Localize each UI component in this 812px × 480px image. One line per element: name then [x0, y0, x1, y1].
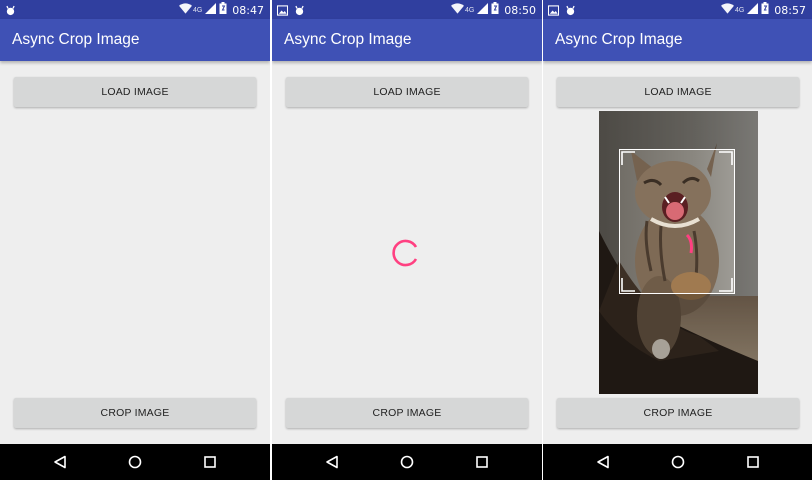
- crop-image-button[interactable]: CROP IMAGE: [557, 398, 799, 428]
- phone-screen-loading: 4G 08:50 Async Crop Image LOAD IMAGE CRO…: [272, 0, 542, 480]
- home-icon[interactable]: [125, 452, 145, 472]
- crop-frame[interactable]: [619, 149, 735, 294]
- app-title: Async Crop Image: [12, 31, 140, 48]
- signal-icon: [477, 2, 489, 19]
- app-title: Async Crop Image: [284, 31, 412, 48]
- battery-icon: [761, 2, 769, 19]
- recent-apps-icon[interactable]: [472, 452, 492, 472]
- navigation-bar: [0, 444, 270, 480]
- phone-screen-empty: 4G 08:47 Async Crop Image LOAD IMAGE CRO…: [0, 0, 270, 480]
- progress-spinner-icon: [390, 237, 422, 269]
- status-bar: 4G 08:47: [0, 0, 270, 19]
- app-bar: Async Crop Image: [272, 19, 542, 61]
- network-type-label: 4G: [464, 7, 475, 14]
- navigation-bar: [272, 444, 542, 480]
- navigation-bar: [543, 444, 812, 480]
- wifi-icon: [720, 2, 734, 19]
- network-type-label: 4G: [192, 7, 203, 14]
- crop-corner-handles-icon[interactable]: [619, 149, 735, 294]
- recent-apps-icon[interactable]: [743, 452, 763, 472]
- wifi-icon: [178, 2, 192, 19]
- network-type-label: 4G: [734, 7, 745, 14]
- back-icon[interactable]: [322, 452, 342, 472]
- wifi-icon: [450, 2, 464, 19]
- recent-apps-icon[interactable]: [200, 452, 220, 472]
- status-time: 08:57: [774, 4, 806, 17]
- load-image-button[interactable]: LOAD IMAGE: [14, 77, 256, 107]
- home-icon[interactable]: [397, 452, 417, 472]
- status-time: 08:50: [504, 4, 536, 17]
- status-bar: 4G 08:57: [543, 0, 812, 19]
- battery-icon: [491, 2, 499, 19]
- app-title: Async Crop Image: [555, 31, 683, 48]
- status-time: 08:47: [232, 4, 264, 17]
- crop-image-button[interactable]: CROP IMAGE: [286, 398, 528, 428]
- load-image-button[interactable]: LOAD IMAGE: [557, 77, 799, 107]
- phone-screen-loaded: 4G 08:57 Async Crop Image LOAD IMAGE CRO…: [543, 0, 812, 480]
- home-icon[interactable]: [668, 452, 688, 472]
- signal-icon: [747, 2, 759, 19]
- load-image-button[interactable]: LOAD IMAGE: [286, 77, 528, 107]
- battery-icon: [219, 2, 227, 19]
- back-icon[interactable]: [50, 452, 70, 472]
- app-bar: Async Crop Image: [543, 19, 812, 61]
- status-bar: 4G 08:50: [272, 0, 542, 19]
- crop-image-button[interactable]: CROP IMAGE: [14, 398, 256, 428]
- back-icon[interactable]: [593, 452, 613, 472]
- app-bar: Async Crop Image: [0, 19, 270, 61]
- crop-image-view[interactable]: [599, 111, 758, 394]
- signal-icon: [205, 2, 217, 19]
